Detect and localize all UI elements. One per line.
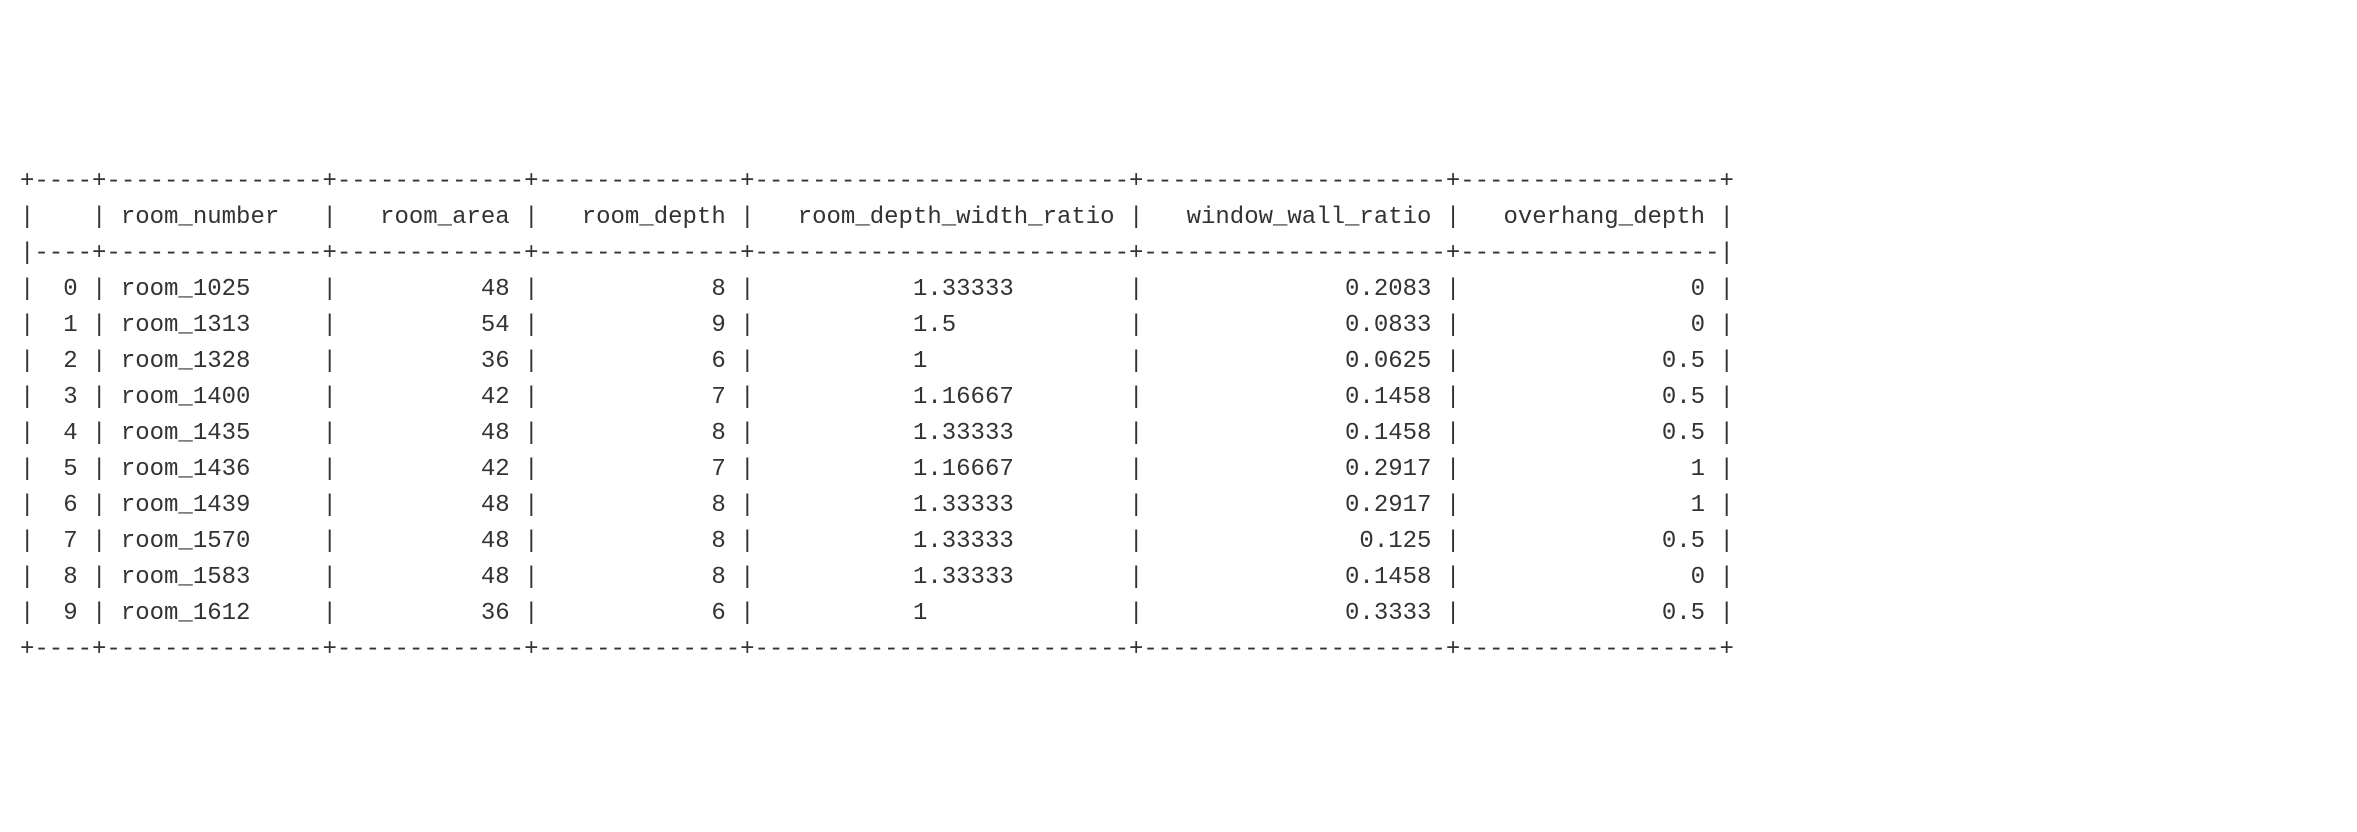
ascii-data-table: +----+---------------+-------------+----… — [20, 164, 1734, 668]
